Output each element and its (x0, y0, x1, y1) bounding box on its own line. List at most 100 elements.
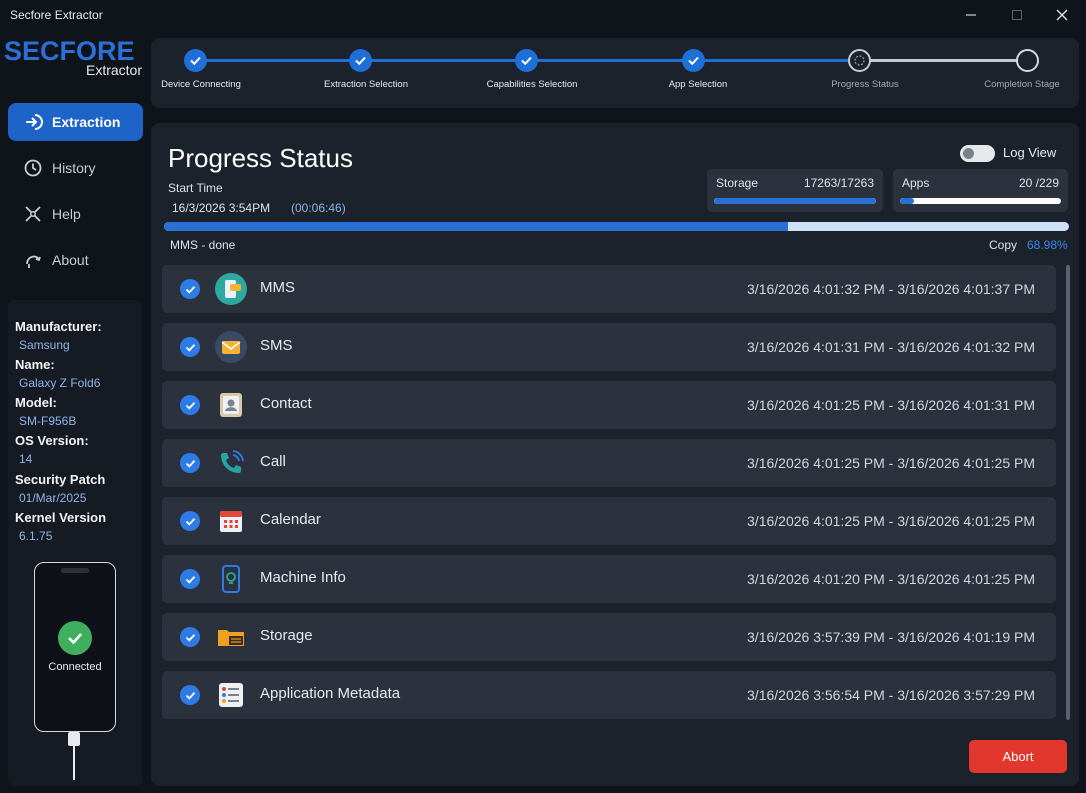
list-item[interactable]: Call 3/16/2026 4:01:25 PM - 3/16/2026 4:… (162, 439, 1056, 487)
maximize-icon (1012, 10, 1022, 20)
nav-about[interactable]: About (8, 241, 143, 279)
nav-help[interactable]: Help (8, 195, 143, 233)
list-item[interactable]: Storage 3/16/2026 3:57:39 PM - 3/16/2026… (162, 613, 1056, 661)
step-5-dot (848, 49, 871, 72)
step-1-label: Device Connecting (161, 79, 241, 90)
step-6-dot (1016, 49, 1039, 72)
page-title: Progress Status (168, 143, 353, 173)
item-time: 3/16/2026 4:01:25 PM - 3/16/2026 4:01:31… (747, 397, 1035, 413)
name-label: Name: (15, 357, 55, 372)
checked-icon (180, 685, 200, 705)
storage-folder-icon (215, 621, 247, 653)
abort-button[interactable]: Abort (969, 740, 1067, 773)
item-time: 3/16/2026 4:01:20 PM - 3/16/2026 4:01:25… (747, 571, 1035, 587)
manufacturer-value: Samsung (19, 338, 70, 352)
nav-help-label: Help (52, 206, 81, 222)
item-time: 3/16/2026 3:56:54 PM - 3/16/2026 3:57:29… (747, 687, 1035, 703)
list-item[interactable]: Machine Info 3/16/2026 4:01:20 PM - 3/16… (162, 555, 1056, 603)
security-patch-label: Security Patch (15, 472, 106, 487)
step-4-label: App Selection (668, 79, 728, 90)
os-version-label: OS Version: (15, 433, 89, 448)
step-1-dot (184, 49, 207, 72)
check-icon (688, 56, 699, 66)
nav-extraction[interactable]: Extraction (8, 103, 143, 141)
sms-icon (215, 331, 247, 363)
checked-icon (180, 279, 200, 299)
copy-percent: 68.98% (1027, 238, 1068, 252)
model-value: SM-F956B (19, 414, 77, 428)
item-name: SMS (260, 337, 293, 354)
step-3-dot (515, 49, 538, 72)
title-bar: Secfore Extractor (0, 0, 1086, 32)
list-item[interactable]: Application Metadata 3/16/2026 3:56:54 P… (162, 671, 1056, 719)
storage-progress-track (714, 198, 876, 204)
about-icon (22, 249, 44, 271)
apps-progress-track (900, 198, 1061, 204)
step-3-label: Capabilities Selection (486, 79, 578, 90)
current-status-text: MMS - done (170, 238, 236, 252)
mms-icon (215, 273, 247, 305)
checked-icon (180, 569, 200, 589)
item-name: Call (260, 453, 286, 470)
nav-extraction-label: Extraction (52, 114, 121, 130)
os-version-value: 14 (19, 452, 33, 466)
connected-check-icon (58, 621, 92, 655)
extraction-icon (22, 111, 44, 133)
phone-illustration: Connected (34, 562, 116, 732)
list-item[interactable]: Calendar 3/16/2026 4:01:25 PM - 3/16/202… (162, 497, 1056, 545)
extraction-item-list[interactable]: MMS 3/16/2026 4:01:32 PM - 3/16/2026 4:0… (162, 265, 1056, 720)
nav-history-label: History (52, 160, 96, 176)
item-time: 3/16/2026 4:01:25 PM - 3/16/2026 4:01:25… (747, 513, 1035, 529)
checked-icon (180, 395, 200, 415)
step-2-label: Extraction Selection (324, 79, 408, 90)
close-button[interactable] (1049, 4, 1075, 26)
toggle-knob (963, 148, 974, 159)
step-2-dot (349, 49, 372, 72)
item-time: 3/16/2026 4:01:25 PM - 3/16/2026 4:01:25… (747, 455, 1035, 471)
kernel-version-label: Kernel Version (15, 510, 107, 525)
list-item[interactable]: Contact 3/16/2026 4:01:25 PM - 3/16/2026… (162, 381, 1056, 429)
manufacturer-label: Manufacturer: (15, 319, 102, 334)
minimize-button[interactable] (958, 4, 984, 26)
storage-value: 17263/17263 (803, 176, 874, 190)
step-4-dot (682, 49, 705, 72)
contact-icon (215, 389, 247, 421)
item-name: Machine Info (260, 569, 346, 586)
spinner-icon (854, 55, 865, 66)
start-time-value: 16/3/2026 3:54PM (172, 201, 271, 215)
log-view-toggle[interactable] (960, 145, 995, 162)
check-icon (355, 56, 366, 66)
item-name: Contact (260, 395, 312, 412)
machine-info-icon (215, 563, 247, 595)
close-icon (1056, 9, 1068, 21)
calendar-icon (215, 505, 247, 537)
list-scrollbar[interactable] (1066, 265, 1070, 720)
nav-history[interactable]: History (8, 149, 143, 187)
item-time: 3/16/2026 4:01:31 PM - 3/16/2026 4:01:32… (747, 339, 1035, 355)
maximize-button[interactable] (1004, 4, 1030, 26)
start-time-label: Start Time (168, 181, 223, 195)
device-info-panel: Manufacturer: Samsung Name: Galaxy Z Fol… (8, 300, 142, 786)
apps-value: 20 /229 (1018, 176, 1059, 190)
storage-card: Storage 17263/17263 (707, 169, 883, 212)
list-item[interactable]: MMS 3/16/2026 4:01:32 PM - 3/16/2026 4:0… (162, 265, 1056, 313)
cable-line (73, 746, 75, 780)
kernel-version-value: 6.1.75 (19, 529, 53, 543)
connection-status: Connected (48, 661, 102, 673)
app-logo: SECFORE Extractor (4, 36, 144, 82)
log-view-label: Log View (1003, 145, 1057, 160)
item-name: MMS (260, 279, 295, 296)
apps-progress-fill (900, 198, 914, 204)
stepper-line-pending (860, 59, 1028, 62)
call-icon (215, 447, 247, 479)
elapsed-time: (00:06:46) (291, 201, 346, 215)
minimize-icon (966, 14, 976, 16)
checked-icon (180, 453, 200, 473)
step-6-label: Completion Stage (984, 79, 1060, 90)
progress-panel: Progress Status Start Time 16/3/2026 3:5… (151, 123, 1079, 786)
list-item[interactable]: SMS 3/16/2026 4:01:31 PM - 3/16/2026 4:0… (162, 323, 1056, 371)
overall-progress-track (164, 222, 1069, 231)
storage-progress-fill (714, 198, 876, 204)
check-icon (521, 56, 532, 66)
item-time: 3/16/2026 4:01:32 PM - 3/16/2026 4:01:37… (747, 281, 1035, 297)
